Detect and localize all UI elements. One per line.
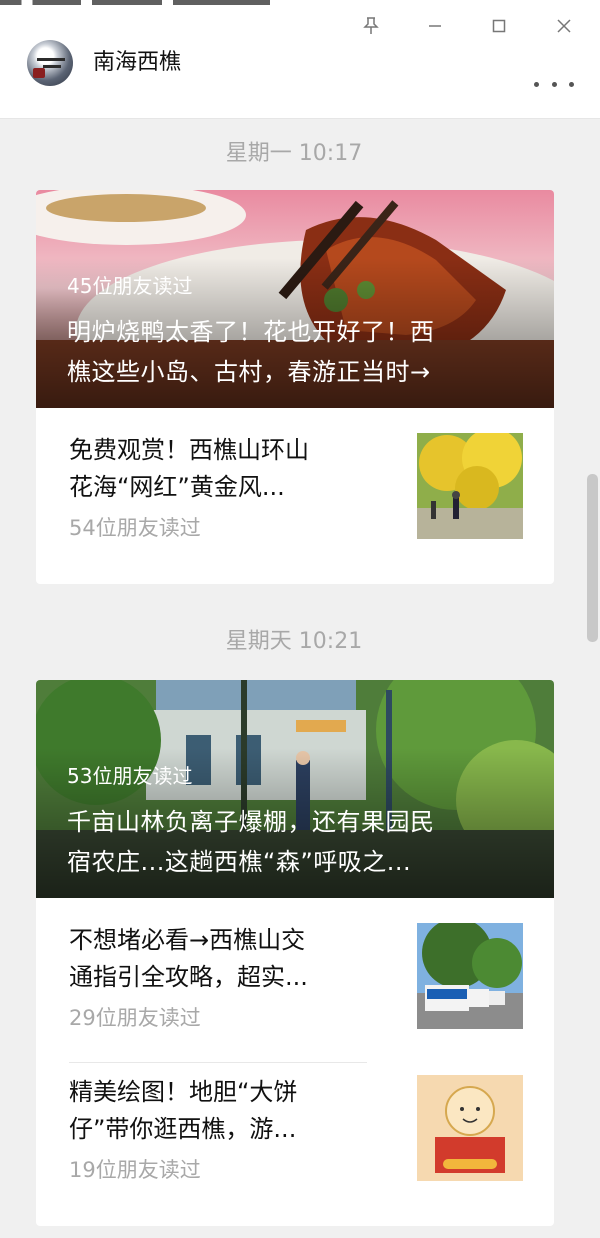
scrollbar-track[interactable] — [585, 119, 600, 1238]
scrollbar-thumb[interactable] — [587, 474, 598, 642]
hero-readers-count: 45位朋友读过 — [67, 274, 193, 298]
readers-count: 19位朋友读过 — [69, 1158, 201, 1182]
title-strip-fragment — [0, 0, 270, 5]
hero-article[interactable]: 53位朋友读过 千亩山林负离子爆棚，还有果园民 宿农庄...这趟西樵“森”呼吸之… — [36, 680, 554, 898]
article-title: 免费观赏！西樵山环山 花海“网红”黄金风... — [69, 432, 385, 506]
hero-title-line: 宿农庄...这趟西樵“森”呼吸之... — [67, 848, 412, 876]
timestamp: 星期天 10:21 — [225, 629, 363, 654]
list-item[interactable]: 精美绘图！地胆“大饼 仔”带你逛西樵，游... 19位朋友读过 — [36, 1050, 554, 1202]
article-card: 53位朋友读过 千亩山林负离子爆棚，还有果园民 宿农庄...这趟西樵“森”呼吸之… — [36, 680, 554, 1226]
hero-article[interactable]: 45位朋友读过 明炉烧鸭太香了！花也开好了！西 樵这些小岛、古村，春游正当时→ — [36, 190, 554, 408]
article-card: 45位朋友读过 明炉烧鸭太香了！花也开好了！西 樵这些小岛、古村，春游正当时→ … — [36, 190, 554, 584]
article-title-line: 精美绘图！地胆“大饼 — [69, 1078, 298, 1106]
more-options-icon[interactable] — [534, 74, 574, 94]
article-title-line: 花海“网红”黄金风... — [69, 473, 285, 501]
list-item[interactable]: 免费观赏！西樵山环山 花海“网红”黄金风... 54位朋友读过 — [36, 408, 554, 584]
article-title-line: 不想堵必看→西樵山交 — [69, 926, 306, 954]
hero-title: 千亩山林负离子爆棚，还有果园民 宿农庄...这趟西樵“森”呼吸之... — [67, 802, 527, 882]
maximize-icon[interactable] — [485, 12, 513, 40]
article-thumbnail — [417, 923, 523, 1029]
minimize-icon[interactable] — [421, 12, 449, 40]
timestamp: 星期一 10:17 — [225, 141, 363, 166]
article-thumbnail — [417, 433, 523, 539]
header-bar: 南海西樵 — [0, 0, 600, 119]
article-title-line: 免费观赏！西樵山环山 — [69, 436, 309, 464]
readers-count: 54位朋友读过 — [69, 516, 201, 540]
account-avatar[interactable] — [27, 40, 73, 86]
readers-count: 29位朋友读过 — [69, 1006, 201, 1030]
article-title-line: 通指引全攻略，超实... — [69, 963, 308, 991]
close-icon[interactable] — [550, 12, 578, 40]
hero-title: 明炉烧鸭太香了！花也开好了！西 樵这些小岛、古村，春游正当时→ — [67, 312, 527, 392]
message-list: 星期一 10:17 45位朋友读过 明炉烧鸭太香了！花也开好了！西 樵这些小岛、… — [0, 119, 600, 1238]
article-thumbnail — [417, 1075, 523, 1181]
hero-title-line: 明炉烧鸭太香了！花也开好了！西 — [67, 318, 435, 346]
account-name[interactable]: 南海西樵 — [93, 48, 181, 78]
article-title: 不想堵必看→西樵山交 通指引全攻略，超实... — [69, 922, 385, 996]
hero-title-line: 千亩山林负离子爆棚，还有果园民 — [67, 808, 435, 836]
list-item[interactable]: 不想堵必看→西樵山交 通指引全攻略，超实... 29位朋友读过 — [36, 898, 554, 1050]
hero-title-line: 樵这些小岛、古村，春游正当时→ — [67, 358, 431, 386]
article-feed-window: 南海西樵 星期一 10:17 45位朋友读过 明炉烧鸭太香了！花也开好了！西 樵… — [0, 0, 600, 1238]
pin-icon[interactable] — [357, 12, 385, 40]
hero-readers-count: 53位朋友读过 — [67, 764, 193, 788]
article-title-line: 仔”带你逛西樵，游... — [69, 1115, 297, 1143]
article-title: 精美绘图！地胆“大饼 仔”带你逛西樵，游... — [69, 1074, 385, 1148]
